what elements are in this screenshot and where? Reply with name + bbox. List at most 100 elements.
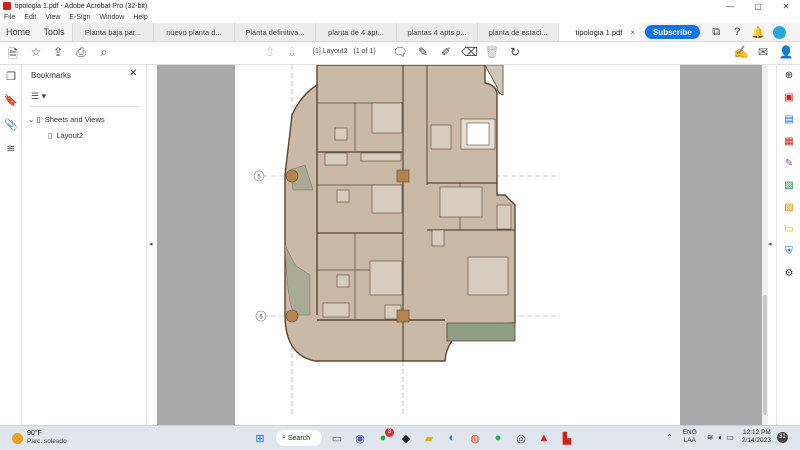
print-icon[interactable]: ⎙: [73, 45, 89, 60]
close-panel-icon[interactable]: ✕: [129, 68, 137, 79]
comment-icon[interactable]: 🗨: [392, 45, 408, 59]
page-name: [1] Layout2: [313, 48, 348, 55]
search-icon[interactable]: ⌕: [96, 45, 112, 60]
prev-page-icon[interactable]: ⇧: [262, 45, 278, 59]
install-icon[interactable]: ⧉: [706, 26, 727, 39]
whatsapp-icon[interactable]: ● 3: [372, 428, 394, 446]
doc-tab[interactable]: plantas 4 apts.p...: [396, 23, 477, 41]
bookmark-label: Layout2: [56, 131, 84, 140]
export-pdf-icon[interactable]: ▧: [777, 175, 800, 197]
clock-time: 12:12 PM: [743, 429, 771, 436]
save-icon[interactable]: 🗎: [5, 45, 21, 66]
help-icon[interactable]: ?: [727, 26, 748, 38]
zoom-icon[interactable]: ⊕: [777, 65, 800, 87]
language-indicator[interactable]: ENG LAA: [683, 429, 697, 445]
doc-tab[interactable]: planta de estaci...: [477, 23, 558, 41]
tab-bar: Home Tools Planta baja par... nuevo plan…: [0, 23, 800, 42]
bell-icon[interactable]: 🔔: [748, 26, 769, 39]
battery-icon[interactable]: ▭: [726, 433, 734, 442]
organize-pages-icon[interactable]: ▦: [777, 131, 800, 153]
doc-tab[interactable]: planta de 4 apt...: [315, 23, 396, 41]
doc-tab[interactable]: Planta definitiva...: [234, 23, 315, 41]
tools-more-icon[interactable]: ⚙: [777, 263, 800, 285]
page-count: (1 of 1): [353, 48, 376, 55]
protect-icon[interactable]: ⛨: [777, 241, 800, 263]
doc-tab-active[interactable]: tipologia 1.pdf ×: [558, 23, 639, 41]
xbox-icon[interactable]: ◎: [510, 430, 532, 446]
bookmark-sheets-and-views[interactable]: ⌄ ▯ Sheets and Views: [28, 115, 105, 124]
menu-window[interactable]: Window: [99, 14, 124, 21]
chevron-up-icon[interactable]: ⌃: [666, 433, 673, 442]
task-view-icon[interactable]: ▭: [326, 430, 348, 446]
share-user-icon[interactable]: 👤: [778, 45, 794, 59]
pen-icon[interactable]: ✎: [415, 45, 431, 59]
title-bar: tipologia 1.pdf - Adobe Acrobat Pro (32-…: [0, 0, 800, 12]
create-pdf-icon[interactable]: ▣: [777, 87, 800, 109]
menu-view[interactable]: View: [45, 14, 60, 21]
scroll-thumb[interactable]: [763, 295, 767, 415]
doc-tab-label: tipologia 1.pdf: [575, 27, 623, 37]
bookmark-layout2[interactable]: ▯ Layout2: [48, 131, 83, 140]
undo-icon[interactable]: ↻: [507, 45, 523, 59]
sign-icon[interactable]: ✍: [733, 45, 749, 59]
acrobat-taskbar-icon[interactable]: ▲: [533, 430, 555, 446]
start-icon[interactable]: ⊞: [249, 430, 271, 446]
bookmark-icon[interactable]: 🔖: [0, 89, 22, 113]
next-page-icon[interactable]: ⇩: [284, 45, 300, 59]
doc-tab[interactable]: Planta baja par...: [72, 23, 153, 41]
volume-icon[interactable]: ◖: [718, 433, 723, 442]
page-label[interactable]: [1] Layout2 (1 of 1): [313, 48, 376, 55]
menu-file[interactable]: File: [4, 14, 15, 21]
delete-icon[interactable]: 🗑: [484, 45, 500, 59]
pages-icon[interactable]: ❐: [0, 65, 22, 89]
edit-pdf-icon[interactable]: ▤: [777, 109, 800, 131]
doc-tab[interactable]: nuevo planta d...: [153, 23, 234, 41]
chevron-down-icon[interactable]: ⌄: [28, 115, 34, 124]
tab-home[interactable]: Home: [0, 23, 36, 41]
chrome-icon[interactable]: ◍: [464, 430, 486, 446]
acrobat-icon: [3, 2, 11, 10]
doc-tab-label: planta de 4 apt...: [328, 27, 384, 37]
comment-tool-icon[interactable]: ▭: [777, 219, 800, 241]
acrobat-pro-taskbar-icon[interactable]: ▙: [556, 430, 578, 446]
fill-sign-icon[interactable]: ✎: [777, 153, 800, 175]
layers-icon[interactable]: ≋: [0, 137, 22, 161]
collapse-left-panel-icon[interactable]: ◂: [149, 240, 153, 248]
collapse-right-panel-icon[interactable]: ◂: [768, 240, 772, 248]
doc-tab-label: nuevo planta d...: [166, 27, 222, 37]
close-window-button[interactable]: ✕: [772, 2, 800, 11]
bookmark-options-icon[interactable]: ☰ ▾: [31, 91, 46, 102]
document-canvas[interactable]: 5 6: [157, 65, 762, 425]
bookmark-icon: ▯: [48, 131, 53, 140]
menu-help[interactable]: Help: [133, 14, 147, 21]
tab-tools[interactable]: Tools: [36, 23, 72, 41]
wifi-icon[interactable]: ≋: [707, 433, 714, 442]
window-title: tipologia 1.pdf - Adobe Acrobat Pro (32-…: [15, 2, 148, 10]
doc-tab-label: planta de estaci...: [488, 27, 548, 37]
doc-tab-label: plantas 4 apts.p...: [407, 27, 467, 37]
teams-icon[interactable]: ◉: [349, 430, 371, 446]
menu-esign[interactable]: E-Sign: [69, 14, 90, 21]
upload-icon[interactable]: ⇪: [50, 45, 66, 59]
star-icon[interactable]: ☆: [28, 45, 44, 59]
mail-icon[interactable]: ✉: [755, 45, 771, 59]
spotify-icon[interactable]: ●: [487, 430, 509, 446]
attachment-icon[interactable]: 📎: [0, 113, 22, 137]
maximize-button[interactable]: ▢: [744, 2, 772, 11]
left-rail: ❐ 🔖 📎 ≋: [0, 65, 22, 425]
close-tab-icon[interactable]: ×: [630, 28, 635, 37]
notifications-icon[interactable]: 31: [776, 431, 788, 443]
menu-edit[interactable]: Edit: [24, 14, 36, 21]
file-explorer-icon[interactable]: ▰: [418, 430, 440, 446]
clock[interactable]: 12:12 PM 2/14/2023: [742, 429, 771, 445]
avatar[interactable]: [772, 25, 786, 39]
alienware-icon[interactable]: ◆: [395, 430, 417, 446]
minimize-button[interactable]: —: [716, 2, 744, 11]
edge-icon[interactable]: ◐: [441, 430, 463, 446]
subscribe-button[interactable]: Subscribe: [645, 25, 700, 39]
highlight-icon[interactable]: ✐: [438, 45, 454, 59]
eraser-icon[interactable]: ⌫: [461, 45, 478, 59]
weather-widget[interactable]: 90°F Parc. soleado: [12, 430, 67, 446]
combine-files-icon[interactable]: ▨: [777, 197, 800, 219]
taskbar-search[interactable]: ⌕ Search: [276, 430, 322, 446]
